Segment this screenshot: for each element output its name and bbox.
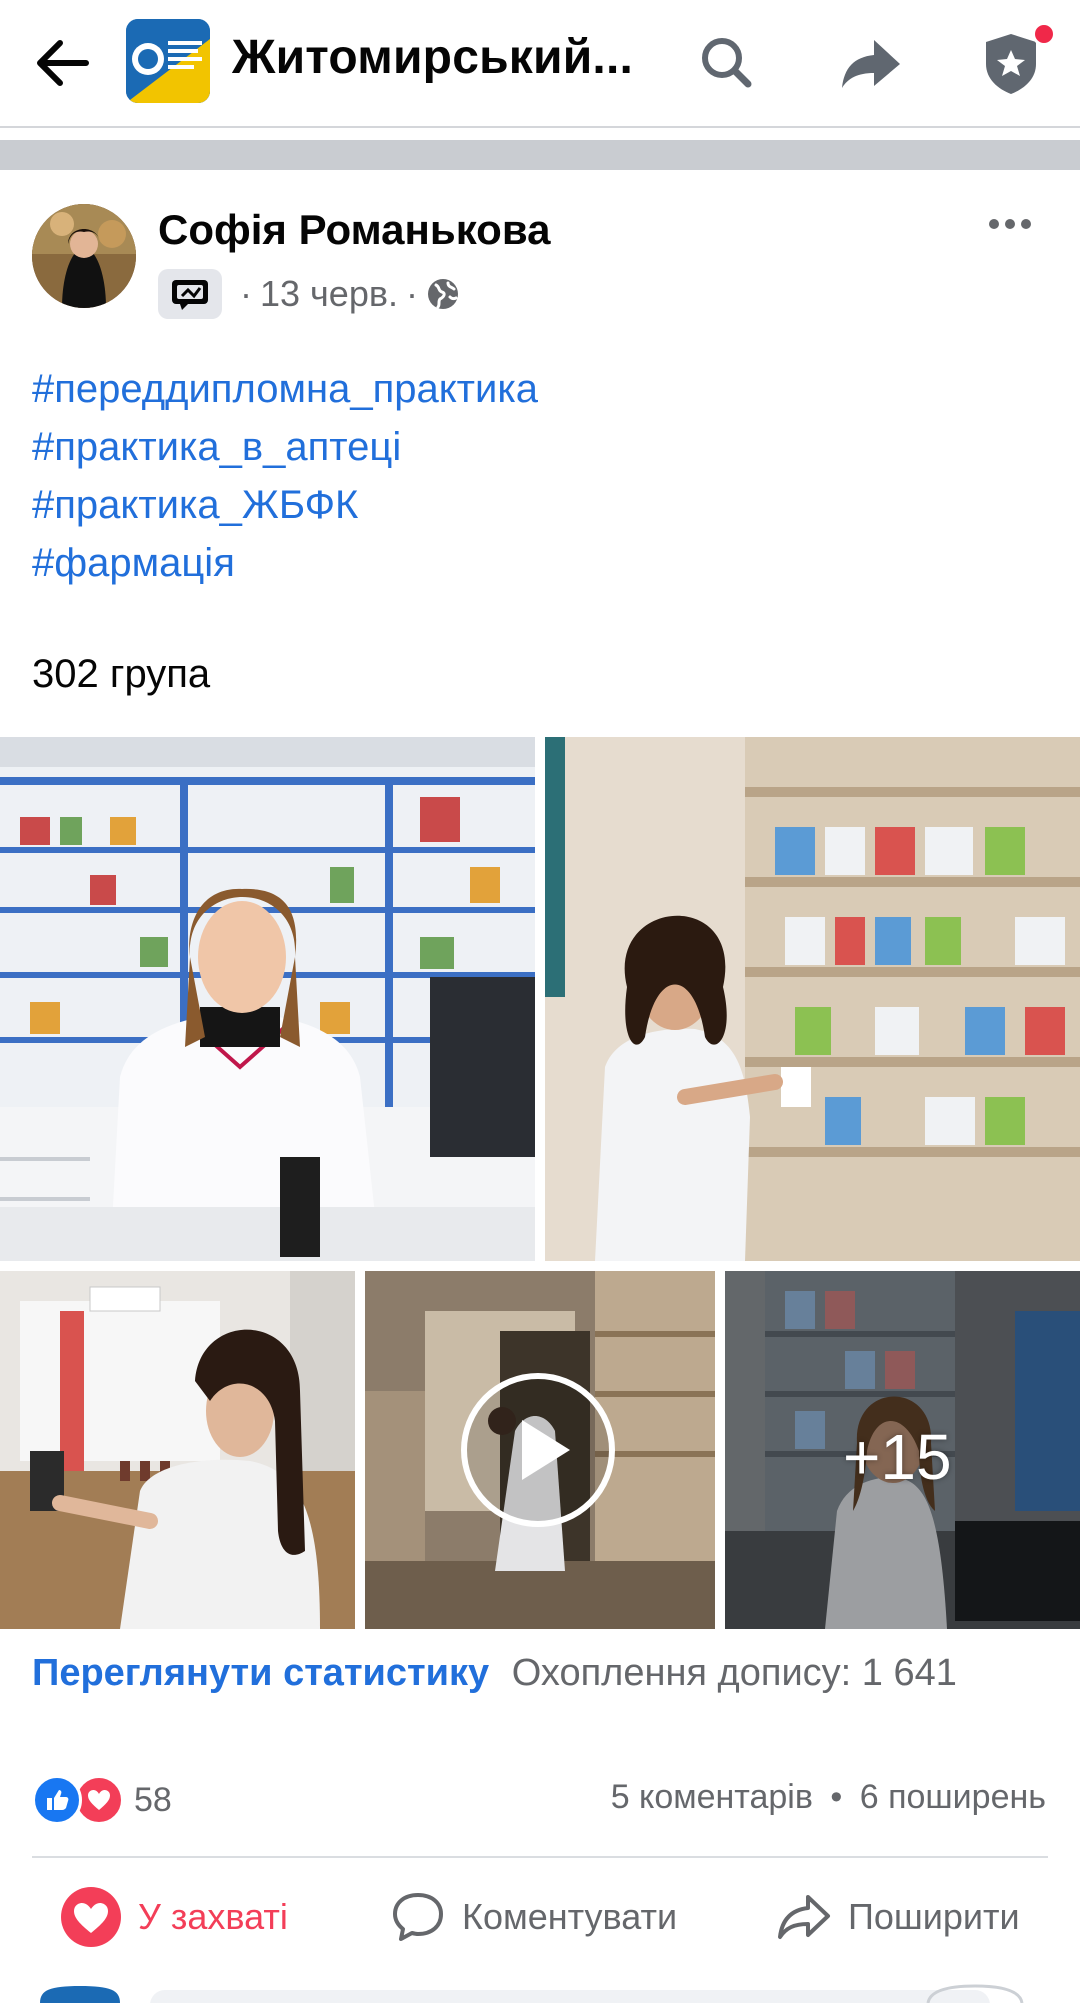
engagement-counts: 5 коментарів • 6 поширень — [611, 1778, 1046, 1817]
count-separator: • — [830, 1778, 843, 1816]
admin-post-icon[interactable] — [158, 269, 222, 319]
comment-composer-peek — [0, 1984, 1080, 2008]
more-photos-count[interactable]: +15 — [843, 1420, 952, 1494]
love-label: У захваті — [138, 1896, 288, 1937]
page-title[interactable]: Житомирський... — [232, 30, 633, 85]
more-options-icon[interactable] — [984, 204, 1036, 244]
reactions-summary[interactable]: 58 — [32, 1774, 172, 1826]
shares-count[interactable]: 6 поширень — [860, 1778, 1046, 1816]
post-date[interactable]: 13 черв. — [260, 273, 398, 315]
author-name[interactable]: Софія Романькова — [158, 206, 550, 254]
share-arrow-icon — [776, 1889, 832, 1945]
globe-icon — [426, 277, 460, 311]
post-text: 302 група — [32, 652, 211, 696]
hashtag-link[interactable]: #фармація — [32, 534, 538, 592]
post-reach: Охоплення допису: 1 641 — [511, 1652, 957, 1694]
comment-button[interactable]: Коментувати — [390, 1886, 677, 1948]
top-bar: Житомирський... — [0, 0, 1080, 128]
love-reaction-button[interactable]: У захваті — [60, 1886, 288, 1948]
post-meta: · 13 черв. · — [158, 268, 460, 320]
back-arrow-icon[interactable] — [28, 28, 98, 98]
comment-label: Коментувати — [462, 1896, 678, 1937]
notification-dot — [1032, 22, 1056, 46]
feed-separator — [0, 140, 1080, 170]
hashtag-link[interactable]: #переддипломна_практика — [32, 360, 538, 418]
meta-separator: · — [405, 273, 418, 314]
heart-icon — [60, 1886, 122, 1948]
meta-separator: · — [240, 273, 252, 314]
like-reaction-icon — [32, 1775, 82, 1825]
share-icon[interactable] — [834, 26, 908, 100]
insights-line: Переглянути статистику Охоплення допису:… — [32, 1652, 957, 1695]
page-logo[interactable] — [126, 19, 210, 103]
comment-icon — [390, 1889, 446, 1945]
hashtag-link[interactable]: #практика_ЖБФК — [32, 476, 538, 534]
share-button[interactable]: Поширити — [776, 1886, 1020, 1948]
search-icon[interactable] — [690, 26, 764, 100]
share-label: Поширити — [848, 1896, 1020, 1937]
comments-count[interactable]: 5 коментарів — [611, 1778, 813, 1816]
reaction-count: 58 — [134, 1780, 172, 1819]
hashtag-link[interactable]: #практика_в_аптеці — [32, 418, 538, 476]
post-photo[interactable] — [0, 1271, 355, 1629]
post-photo[interactable] — [545, 737, 1080, 1261]
post-hashtags: #переддипломна_практика #практика_в_апте… — [32, 360, 538, 592]
post-photo[interactable] — [0, 737, 535, 1261]
view-insights-link[interactable]: Переглянути статистику — [32, 1652, 489, 1694]
play-icon[interactable] — [460, 1372, 616, 1528]
divider — [32, 1856, 1048, 1858]
avatar[interactable] — [32, 204, 136, 308]
